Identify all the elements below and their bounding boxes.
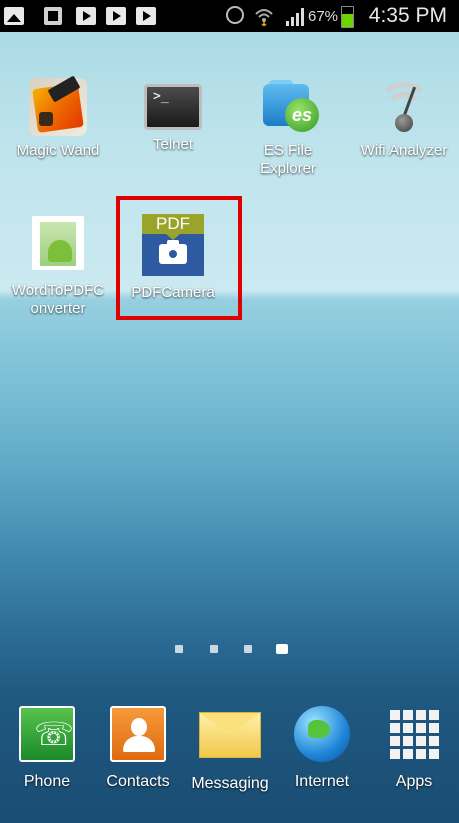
page-dot[interactable] <box>244 645 252 653</box>
globe-icon <box>294 706 350 762</box>
app-label-line1: WordToPDFC <box>11 282 105 299</box>
phone-icon: ☏ <box>19 706 75 762</box>
envelope-icon <box>199 712 261 758</box>
app-label: WordToPDFC onverter <box>2 282 114 318</box>
phone-glyph: ☏ <box>34 716 75 752</box>
app-label-line2: onverter <box>30 300 86 317</box>
page-indicator <box>0 643 459 655</box>
battery-fill <box>342 13 353 27</box>
es-file-explorer-icon: es <box>259 78 319 136</box>
page-dot[interactable] <box>175 645 183 653</box>
es-badge: es <box>285 98 319 132</box>
signal-icon <box>286 8 306 26</box>
dock-label: Messaging <box>191 775 269 792</box>
terminal-icon: >_ <box>144 84 202 130</box>
dock-messaging[interactable]: Messaging <box>185 706 275 793</box>
sd-card-icon <box>44 7 62 25</box>
dock-internet[interactable]: Internet <box>277 706 367 791</box>
app-magic-wand[interactable]: Magic Wand <box>2 75 114 160</box>
battery-icon <box>341 6 354 28</box>
play-icon <box>76 7 96 25</box>
magic-wand-icon <box>29 75 87 136</box>
app-label: Wifi Analyzer <box>360 142 448 159</box>
app-label: Magic Wand <box>16 142 100 159</box>
dock-label: Phone <box>23 773 71 790</box>
app-wifi-analyzer[interactable]: Wifi Analyzer <box>348 78 459 160</box>
app-word-to-pdf-converter[interactable]: WordToPDFC onverter <box>2 216 114 318</box>
status-bar: 67% 4:35 PM <box>0 0 459 32</box>
play-icon <box>136 7 156 25</box>
dock-label: Internet <box>294 773 350 790</box>
dock-apps[interactable]: Apps <box>369 706 459 791</box>
page-dot[interactable] <box>210 645 218 653</box>
dock-label: Apps <box>395 773 433 790</box>
word-to-pdf-icon <box>32 216 84 270</box>
battery-percent: 67% <box>308 8 339 25</box>
app-grid-icon <box>386 706 442 762</box>
play-icon <box>106 7 126 25</box>
contacts-icon <box>110 706 166 762</box>
terminal-prompt: >_ <box>153 89 169 104</box>
wifi-icon <box>255 9 273 26</box>
dock-phone[interactable]: ☏ Phone <box>2 706 92 791</box>
page-dot-active[interactable] <box>276 644 288 654</box>
clock: 4:35 PM <box>368 4 447 27</box>
alarm-icon <box>226 6 244 24</box>
gallery-icon <box>4 7 24 25</box>
app-telnet[interactable]: >_ Telnet <box>117 78 229 154</box>
app-label: ES File Explorer <box>260 142 316 177</box>
home-screen: 67% 4:35 PM Magic Wand >_ Telnet es ES F… <box>0 0 459 823</box>
app-es-file-explorer[interactable]: es ES File Explorer <box>232 78 344 178</box>
dock-contacts[interactable]: Contacts <box>93 706 183 791</box>
wifi-analyzer-icon <box>375 78 433 136</box>
dock-label: Contacts <box>106 773 170 790</box>
highlight-box <box>116 196 242 320</box>
app-label: Telnet <box>152 136 194 153</box>
